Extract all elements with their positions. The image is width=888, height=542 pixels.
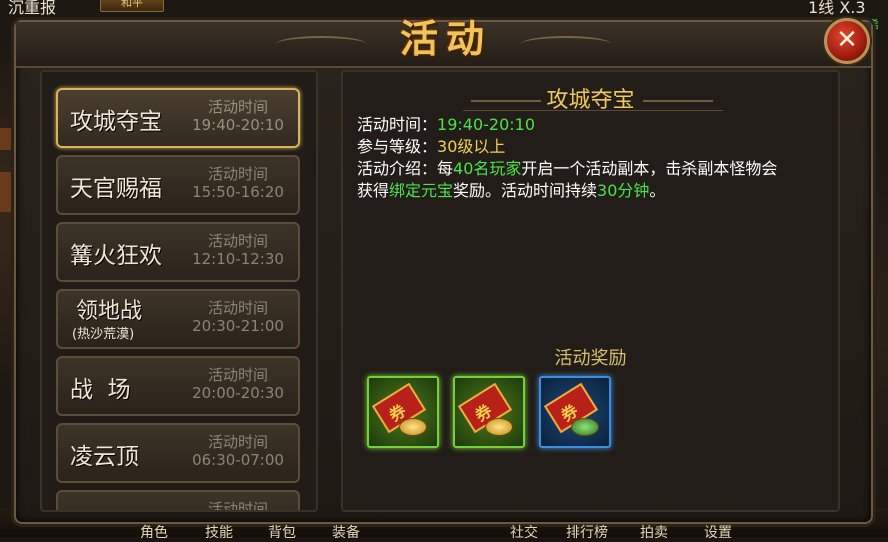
activity-name: 凌云顶 [70, 444, 139, 470]
close-button[interactable]: ✕ [824, 18, 870, 64]
detail-intro-mid: 开启一个活动副本，击杀副本怪物会 [521, 159, 778, 178]
activity-time: 12:10-12:30 [192, 250, 284, 268]
bottom-button-social[interactable]: 社交 [510, 522, 538, 542]
activity-name: 天官赐福 [70, 176, 162, 202]
activity-name: 领地战 [76, 299, 143, 324]
reward-title: 活动奖励 [554, 348, 627, 369]
bottom-button-skills[interactable]: 技能 [205, 522, 233, 542]
dialog-title: 活动 [399, 16, 492, 61]
activity-time: 20:00-20:30 [192, 384, 284, 402]
activity-time-label: 活动时间 [207, 500, 268, 512]
activity-dialog: 活动 ✕ 攻城夺宝 活动时间 19:40-20:10 天官赐福 活动时间 15:… [14, 16, 873, 524]
title-divider [463, 110, 723, 111]
detail-intro-end: 。 [649, 181, 666, 200]
title-ornament-right [521, 36, 611, 52]
detail-intro-line2: 获得绑定元宝奖励。活动时间持续30分钟。 [357, 180, 665, 202]
activity-time: 20:30-21:00 [192, 317, 284, 335]
side-tab[interactable] [0, 128, 13, 150]
activity-list[interactable]: 攻城夺宝 活动时间 19:40-20:10 天官赐福 活动时间 15:50-16… [40, 70, 318, 512]
gold-ingot-icon [485, 418, 513, 436]
activity-name: 篝火狂欢 [70, 243, 162, 269]
close-icon: ✕ [836, 25, 858, 55]
activity-name: 战 场 [70, 377, 131, 403]
detail-time-label: 活动时间： [357, 115, 438, 134]
activity-time: 15:50-16:20 [192, 183, 284, 201]
detail-level-row: 参与等级：30级以上 [357, 136, 505, 158]
detail-level-label: 参与等级： [357, 137, 438, 156]
detail-intro-reward: 绑定元宝 [389, 181, 454, 200]
title-ornament-left [276, 36, 366, 52]
activity-time-label: 活动时间 [207, 165, 268, 183]
detail-level-value: 30级以上 [437, 137, 506, 156]
reward-slot[interactable]: 券 [453, 376, 525, 448]
activity-name: 攻城夺宝 [70, 109, 162, 135]
detail-time-value: 19:40-20:10 [437, 115, 536, 134]
reward-slot[interactable]: 券 [539, 376, 611, 448]
bottom-button-settings[interactable]: 设置 [704, 522, 732, 542]
detail-intro-mid2: 奖励。活动时间持续 [453, 181, 598, 200]
detail-intro-label: 活动介绍：每 [357, 159, 454, 178]
detail-intro-pre: 获得 [357, 181, 390, 200]
bottom-button-equip[interactable]: 装备 [332, 522, 360, 542]
detail-intro-line1: 活动介绍：每40名玩家开启一个活动副本，击杀副本怪物会 [357, 158, 777, 180]
activity-item-partial[interactable]: 活动时间 [56, 490, 300, 512]
activity-time: 19:40-20:10 [192, 116, 284, 134]
bottom-button-auction[interactable]: 拍卖 [640, 522, 668, 542]
activity-time: 06:30-07:00 [192, 451, 284, 469]
side-tab[interactable] [0, 172, 13, 212]
activity-item-heavenly-blessing[interactable]: 天官赐福 活动时间 15:50-16:20 [56, 155, 300, 215]
activity-time-label: 活动时间 [207, 232, 268, 250]
gold-ingot-icon [399, 418, 427, 436]
treasure-bag-icon [571, 418, 599, 436]
pk-mode-tag[interactable]: 和平 [100, 0, 164, 12]
activity-item-siege-treasure[interactable]: 攻城夺宝 活动时间 19:40-20:10 [56, 88, 300, 148]
activity-item-battlefield[interactable]: 战 场 活动时间 20:00-20:30 [56, 356, 300, 416]
activity-item-lingyun-peak[interactable]: 凌云顶 活动时间 06:30-07:00 [56, 423, 300, 483]
activity-time-label: 活动时间 [207, 98, 268, 116]
activity-subtitle: (热沙荒漠) [72, 327, 135, 342]
detail-intro-duration: 30分钟 [597, 181, 650, 200]
bottom-button-bag[interactable]: 背包 [268, 522, 296, 542]
activity-time-label: 活动时间 [207, 299, 268, 317]
dialog-header: 活动 ✕ [16, 16, 871, 68]
player-name-text: 沉重报 [8, 0, 57, 17]
bottom-button-character[interactable]: 角色 [140, 522, 168, 542]
activity-time-label: 活动时间 [207, 366, 268, 384]
activity-item-territory-war[interactable]: 领地战 (热沙荒漠) 活动时间 20:30-21:00 [56, 289, 300, 349]
activity-time-label: 活动时间 [207, 433, 268, 451]
detail-intro-count: 40名玩家 [453, 159, 522, 178]
activity-detail-panel: 攻城夺宝 活动时间：19:40-20:10 参与等级：30级以上 活动介绍：每4… [341, 70, 840, 512]
server-line-text: 1线 X.3 [808, 0, 866, 17]
detail-time-row: 活动时间：19:40-20:10 [357, 114, 535, 136]
bottom-button-ranking[interactable]: 排行榜 [566, 522, 608, 542]
activity-item-bonfire-carnival[interactable]: 篝火狂欢 活动时间 12:10-12:30 [56, 222, 300, 282]
reward-slot[interactable]: 券 [367, 376, 439, 448]
